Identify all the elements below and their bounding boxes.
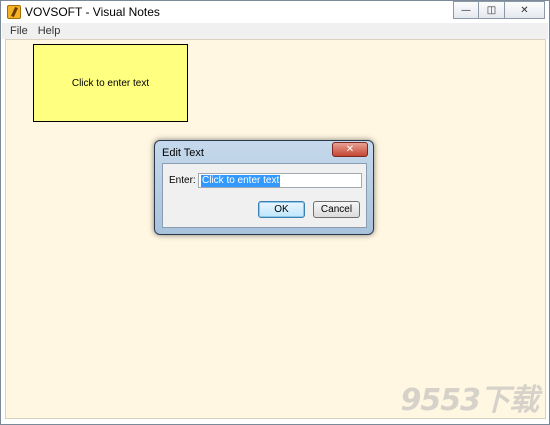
menu-help[interactable]: Help <box>38 25 61 37</box>
caption-buttons: — ◫ ✕ <box>453 1 545 19</box>
dialog-close-button[interactable]: ✕ <box>332 142 368 157</box>
text-input[interactable]: Click to enter text <box>198 173 362 188</box>
menu-bar: File Help <box>2 23 548 39</box>
minimize-button[interactable]: — <box>453 1 479 19</box>
cancel-button[interactable]: Cancel <box>313 201 360 218</box>
sticky-note[interactable]: Click to enter text <box>33 44 188 122</box>
window-title: VOVSOFT - Visual Notes <box>25 5 160 19</box>
watermark-logo: 9553下载 <box>400 383 539 418</box>
ok-button[interactable]: OK <box>258 201 305 218</box>
selected-input-text: Click to enter text <box>201 174 281 187</box>
enter-label: Enter: <box>169 175 196 186</box>
menu-file[interactable]: File <box>10 25 28 37</box>
edit-text-dialog: Edit Text ✕ Enter: Click to enter text O… <box>154 140 374 235</box>
app-icon <box>7 5 21 19</box>
close-button[interactable]: ✕ <box>505 1 545 19</box>
dialog-title: Edit Text <box>162 147 204 159</box>
restore-button[interactable]: ◫ <box>479 1 505 19</box>
title-bar[interactable]: VOVSOFT - Visual Notes — ◫ ✕ <box>1 1 549 23</box>
dialog-body: Enter: Click to enter text OK Cancel <box>162 163 367 228</box>
note-text: Click to enter text <box>71 77 150 89</box>
